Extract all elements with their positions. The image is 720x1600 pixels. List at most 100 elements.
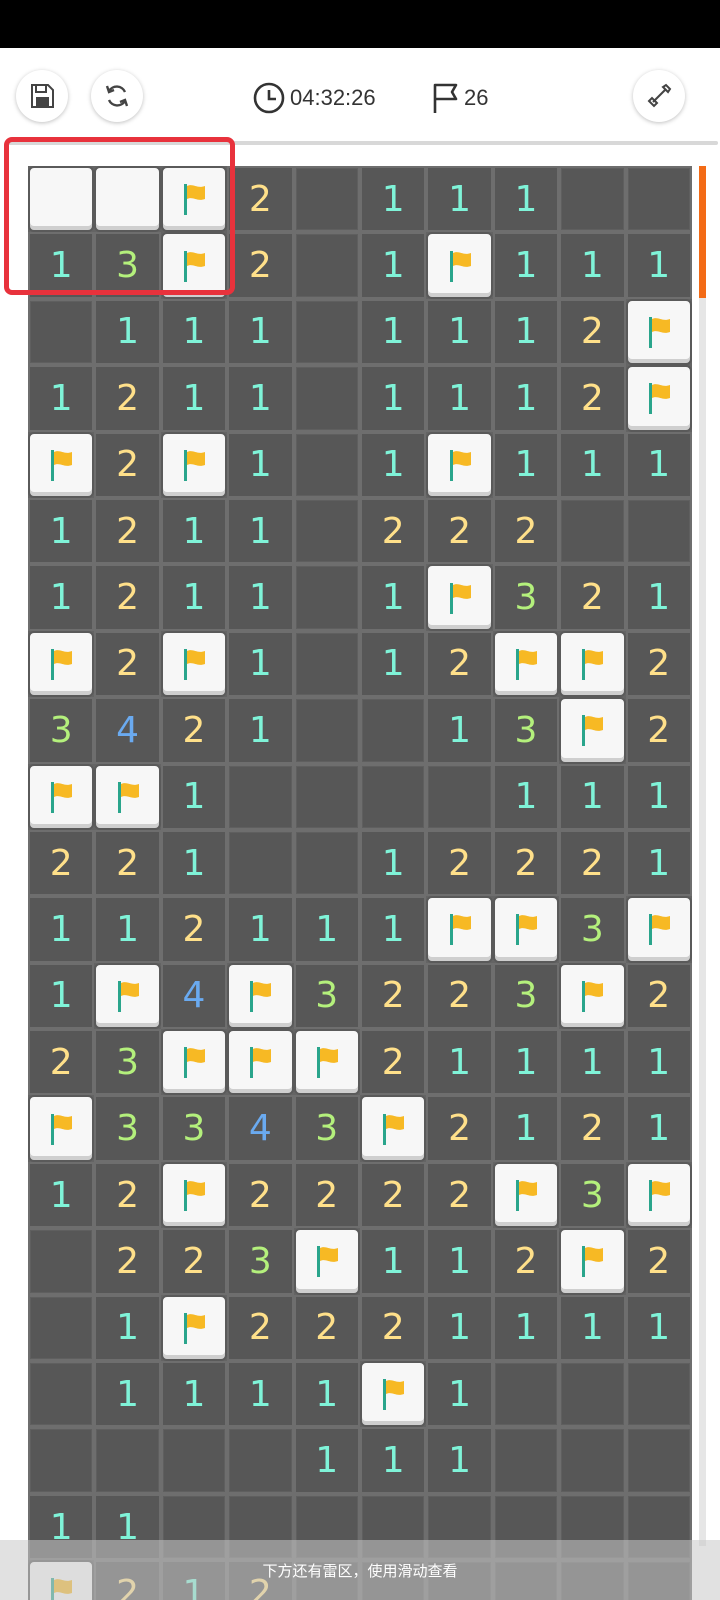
number-cell[interactable]: 1 (359, 1427, 427, 1494)
number-cell[interactable]: 1 (28, 896, 95, 963)
number-cell[interactable]: 3 (160, 1095, 228, 1162)
flagged-cell[interactable] (293, 1228, 360, 1295)
flagged-cell[interactable] (94, 962, 161, 1030)
number-cell[interactable]: 1 (426, 365, 493, 432)
flagged-cell[interactable] (492, 896, 560, 963)
number-cell[interactable]: 2 (94, 829, 161, 897)
flagged-cell[interactable] (492, 630, 560, 698)
number-cell[interactable]: 1 (559, 232, 626, 299)
number-cell[interactable]: 1 (28, 564, 95, 631)
covered-cell[interactable] (492, 1427, 560, 1494)
flagged-cell[interactable] (559, 630, 626, 698)
number-cell[interactable]: 2 (160, 1228, 228, 1295)
number-cell[interactable]: 1 (492, 232, 560, 299)
covered-cell[interactable] (293, 763, 360, 830)
number-cell[interactable]: 2 (293, 1161, 360, 1229)
scrollbar-track[interactable] (699, 166, 706, 1546)
flagged-cell[interactable] (160, 1294, 228, 1362)
number-cell[interactable]: 1 (492, 763, 560, 830)
number-cell[interactable]: 1 (559, 763, 626, 830)
number-cell[interactable]: 2 (426, 962, 493, 1030)
covered-cell[interactable] (559, 1427, 626, 1494)
covered-cell[interactable] (293, 431, 360, 498)
covered-cell[interactable] (28, 1361, 95, 1428)
number-cell[interactable]: 1 (492, 1294, 560, 1362)
number-cell[interactable]: 2 (227, 232, 294, 299)
number-cell[interactable]: 2 (160, 697, 228, 764)
covered-cell[interactable] (293, 564, 360, 631)
number-cell[interactable]: 2 (94, 365, 161, 432)
number-cell[interactable]: 2 (426, 497, 493, 565)
number-cell[interactable]: 1 (359, 365, 427, 432)
covered-cell[interactable] (28, 1294, 95, 1362)
number-cell[interactable]: 2 (426, 1095, 493, 1162)
number-cell[interactable]: 3 (293, 962, 360, 1030)
flagged-cell[interactable] (160, 1029, 228, 1096)
number-cell[interactable]: 1 (359, 166, 427, 233)
number-cell[interactable]: 3 (94, 1029, 161, 1096)
number-cell[interactable]: 2 (625, 1228, 692, 1295)
number-cell[interactable]: 4 (94, 697, 161, 764)
flagged-cell[interactable] (426, 896, 493, 963)
number-cell[interactable]: 1 (359, 431, 427, 498)
number-cell[interactable]: 1 (625, 1294, 692, 1362)
flagged-cell[interactable] (625, 365, 692, 432)
number-cell[interactable]: 3 (559, 896, 626, 963)
number-cell[interactable]: 1 (94, 1294, 161, 1362)
number-cell[interactable]: 1 (227, 630, 294, 698)
number-cell[interactable]: 3 (227, 1228, 294, 1295)
number-cell[interactable]: 1 (426, 697, 493, 764)
number-cell[interactable]: 1 (160, 763, 228, 830)
flagged-cell[interactable] (492, 1161, 560, 1229)
number-cell[interactable]: 1 (227, 564, 294, 631)
number-cell[interactable]: 1 (426, 1294, 493, 1362)
covered-cell[interactable] (426, 763, 493, 830)
flagged-cell[interactable] (28, 431, 95, 498)
number-cell[interactable]: 2 (94, 630, 161, 698)
number-cell[interactable]: 2 (492, 829, 560, 897)
number-cell[interactable]: 2 (359, 1161, 427, 1229)
number-cell[interactable]: 1 (492, 298, 560, 366)
covered-cell[interactable] (492, 1361, 560, 1428)
covered-cell[interactable] (293, 298, 360, 366)
covered-cell[interactable] (293, 232, 360, 299)
flagged-cell[interactable] (426, 564, 493, 631)
flagged-cell[interactable] (160, 630, 228, 698)
number-cell[interactable]: 1 (492, 166, 560, 233)
number-cell[interactable]: 1 (559, 431, 626, 498)
number-cell[interactable]: 1 (160, 298, 228, 366)
covered-cell[interactable] (293, 166, 360, 233)
number-cell[interactable]: 1 (227, 497, 294, 565)
number-cell[interactable]: 1 (160, 1361, 228, 1428)
restart-button[interactable] (91, 70, 143, 122)
number-cell[interactable]: 1 (160, 564, 228, 631)
number-cell[interactable]: 1 (293, 896, 360, 963)
covered-cell[interactable] (293, 365, 360, 432)
flagged-cell[interactable] (28, 763, 95, 830)
covered-cell[interactable] (359, 763, 427, 830)
flagged-cell[interactable] (559, 962, 626, 1030)
number-cell[interactable]: 3 (492, 962, 560, 1030)
number-cell[interactable]: 1 (94, 298, 161, 366)
number-cell[interactable]: 3 (492, 697, 560, 764)
flagged-cell[interactable] (160, 1161, 228, 1229)
covered-cell[interactable] (293, 829, 360, 897)
number-cell[interactable]: 2 (359, 497, 427, 565)
number-cell[interactable]: 1 (28, 365, 95, 432)
number-cell[interactable]: 1 (426, 1029, 493, 1096)
number-cell[interactable]: 2 (359, 1294, 427, 1362)
covered-cell[interactable] (625, 1361, 692, 1428)
number-cell[interactable]: 1 (359, 896, 427, 963)
flagged-cell[interactable] (227, 962, 294, 1030)
flagged-cell[interactable] (160, 431, 228, 498)
number-cell[interactable]: 1 (426, 166, 493, 233)
number-cell[interactable]: 1 (359, 829, 427, 897)
number-cell[interactable]: 1 (359, 564, 427, 631)
number-cell[interactable]: 1 (28, 962, 95, 1030)
number-cell[interactable]: 1 (293, 1361, 360, 1428)
number-cell[interactable]: 3 (94, 1095, 161, 1162)
flagged-cell[interactable] (559, 697, 626, 764)
number-cell[interactable]: 1 (28, 1161, 95, 1229)
number-cell[interactable]: 2 (426, 630, 493, 698)
scrollbar-thumb[interactable] (699, 166, 706, 298)
